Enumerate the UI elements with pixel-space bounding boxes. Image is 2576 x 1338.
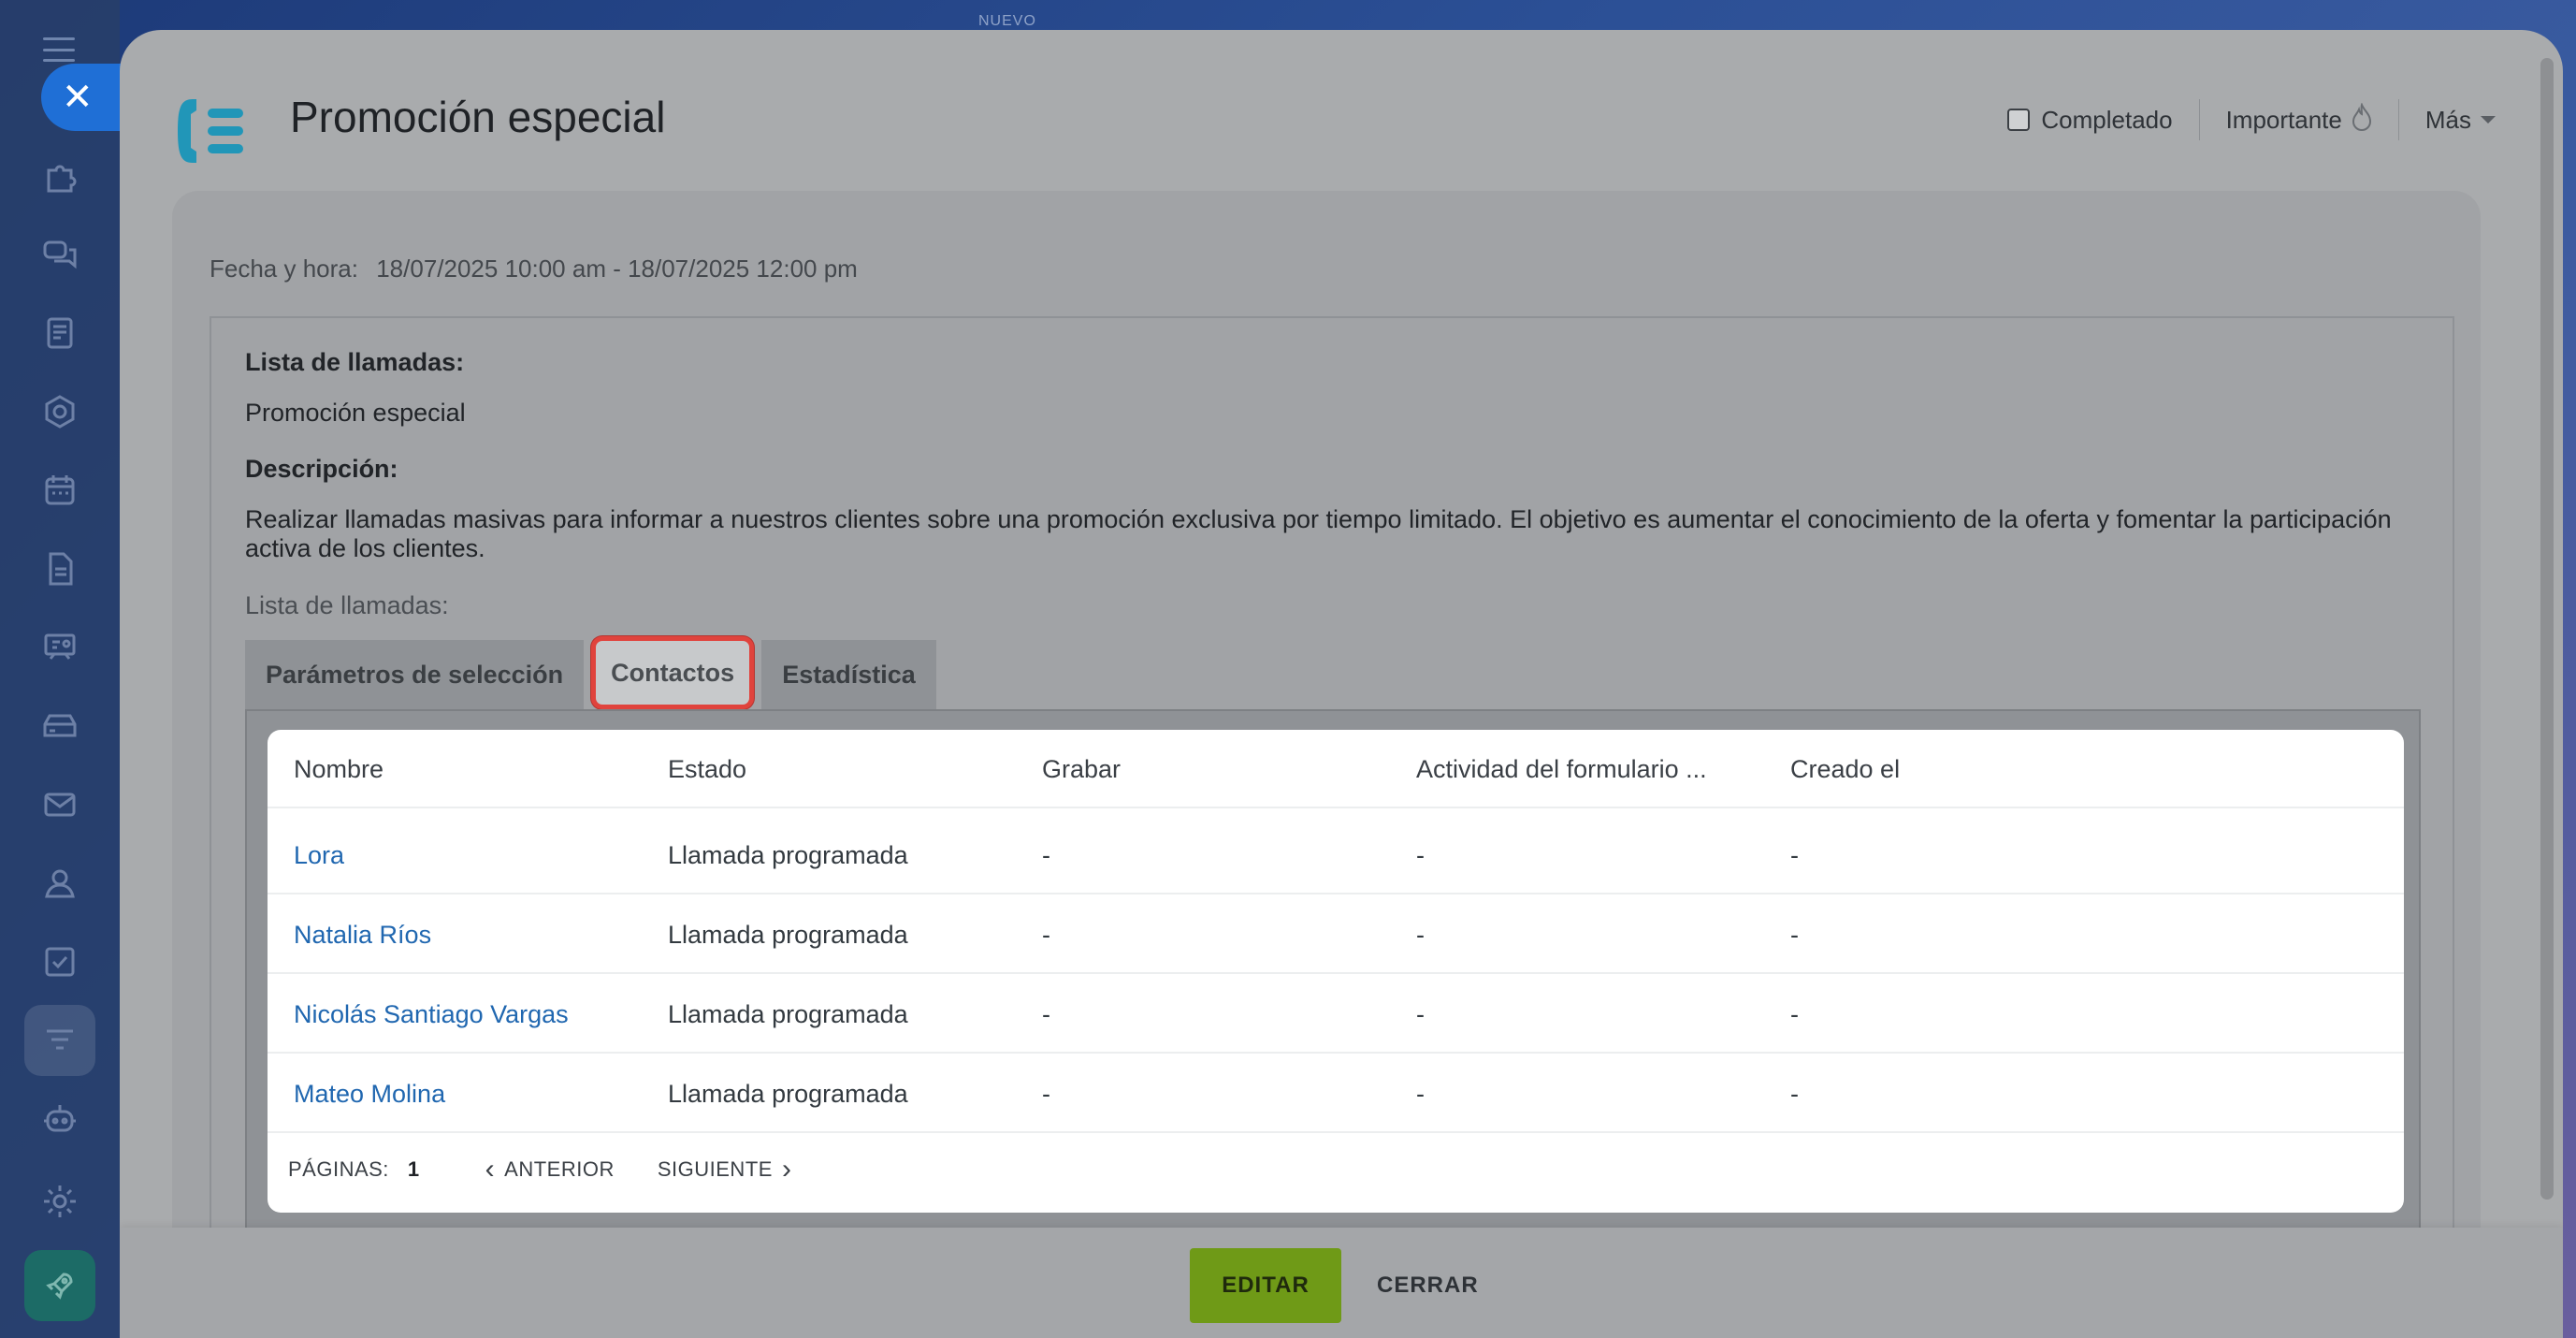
record-value: - xyxy=(1042,920,1050,949)
call-list-label: Lista de llamadas: xyxy=(245,348,465,376)
description-line: activa de los clientes. xyxy=(245,534,485,562)
table-row: Natalia Ríos Llamada programada - - - xyxy=(268,895,2404,974)
footer-bar: EDITAR CERRAR xyxy=(120,1228,2563,1338)
call-status: Llamada programada xyxy=(668,920,908,949)
robot-icon[interactable] xyxy=(24,1083,95,1155)
mail-icon[interactable] xyxy=(24,769,95,840)
next-label: SIGUIENTE xyxy=(657,1157,773,1181)
description-line: Realizar llamadas masivas para informar … xyxy=(245,505,2392,533)
edit-button[interactable]: EDITAR xyxy=(1190,1248,1341,1323)
more-label: Más xyxy=(2424,105,2471,134)
contact-name-link[interactable]: Lora xyxy=(294,816,344,894)
settings-icon[interactable] xyxy=(24,1166,95,1237)
call-status: Llamada programada xyxy=(668,1079,908,1108)
call-status: Llamada programada xyxy=(668,840,908,869)
chevron-right-icon: › xyxy=(781,1154,792,1185)
previous-page-button[interactable]: ‹ ANTERIOR xyxy=(476,1154,615,1185)
call-list-tabs: Parámetros de selección Contactos Estadí… xyxy=(245,636,944,709)
important-toggle[interactable]: Importante xyxy=(2225,103,2372,135)
close-button[interactable]: CERRAR xyxy=(1364,1248,1492,1323)
created-value: - xyxy=(1790,1079,1799,1108)
description-text: Realizar llamadas masivas para informar … xyxy=(245,505,2392,563)
table-row: Lora Llamada programada - - - xyxy=(268,816,2404,894)
feed-icon[interactable] xyxy=(24,298,95,369)
current-page-number[interactable]: 1 xyxy=(408,1157,420,1182)
rocket-icon[interactable] xyxy=(24,1250,95,1321)
hexagon-icon[interactable] xyxy=(24,376,95,447)
details-box: Lista de llamadas: Promoción especial De… xyxy=(210,316,2454,1338)
datetime-row: Fecha y hora: 18/07/2025 10:00 am - 18/0… xyxy=(210,255,858,284)
table-header-row: Nombre Estado Grabar Actividad del formu… xyxy=(268,730,2404,808)
puzzle-icon[interactable] xyxy=(24,140,95,211)
form-activity-value: - xyxy=(1416,1079,1425,1108)
panel-scrollbar[interactable] xyxy=(2540,58,2554,1200)
call-list-icon xyxy=(178,99,243,163)
tab-statistics[interactable]: Estadística xyxy=(761,640,936,709)
table-row: Nicolás Santiago Vargas Llamada programa… xyxy=(268,975,2404,1054)
datetime-value: 18/07/2025 10:00 am - 18/07/2025 12:00 p… xyxy=(376,255,858,283)
call-list-value: Promoción especial xyxy=(245,399,466,427)
header-divider xyxy=(2198,99,2200,140)
left-sidebar xyxy=(0,0,120,1338)
activity-content: Fecha y hora: 18/07/2025 10:00 am - 18/0… xyxy=(172,191,2481,1338)
completed-label: Completado xyxy=(2041,105,2173,134)
filter-icon[interactable] xyxy=(24,1005,95,1076)
created-value: - xyxy=(1790,920,1799,949)
more-menu-button[interactable]: Más xyxy=(2425,106,2496,135)
chevron-left-icon: ‹ xyxy=(485,1154,496,1185)
completed-toggle[interactable]: Completado xyxy=(2007,105,2173,135)
column-header-status[interactable]: Estado xyxy=(668,730,746,808)
important-label: Importante xyxy=(2225,105,2342,134)
record-value: - xyxy=(1042,1079,1050,1108)
activity-panel: Promoción especial Completado Importante… xyxy=(120,30,2563,1338)
background-new-label: NUEVO xyxy=(978,13,1036,29)
presentation-icon[interactable] xyxy=(24,612,95,683)
contact-name-link[interactable]: Nicolás Santiago Vargas xyxy=(294,975,569,1054)
contacts-table: Nombre Estado Grabar Actividad del formu… xyxy=(268,730,2404,1213)
column-header-name[interactable]: Nombre xyxy=(294,730,384,808)
completed-checkbox[interactable] xyxy=(2007,109,2031,131)
form-activity-value: - xyxy=(1416,920,1425,949)
tasks-icon[interactable] xyxy=(24,926,95,997)
form-activity-value: - xyxy=(1416,840,1425,869)
pagination: PÁGINAS: 1 ‹ ANTERIOR SIGUIENTE › xyxy=(288,1142,801,1198)
document-icon[interactable] xyxy=(24,533,95,604)
header-actions: Completado Importante Más xyxy=(2007,99,2496,140)
call-status: Llamada programada xyxy=(668,999,908,1028)
created-value: - xyxy=(1790,840,1799,869)
form-activity-value: - xyxy=(1416,999,1425,1028)
contacts-table-frame: Nombre Estado Grabar Actividad del formu… xyxy=(245,709,2421,1233)
record-value: - xyxy=(1042,840,1050,869)
drive-icon[interactable] xyxy=(24,691,95,762)
description-label: Descripción: xyxy=(245,455,398,483)
hamburger-menu-icon[interactable] xyxy=(43,37,75,62)
pages-label: PÁGINAS: xyxy=(288,1157,389,1181)
column-header-record[interactable]: Grabar xyxy=(1042,730,1121,808)
calendar-icon[interactable] xyxy=(24,455,95,526)
contacts-icon[interactable] xyxy=(24,848,95,919)
column-header-form-activity[interactable]: Actividad del formulario ... xyxy=(1416,730,1707,808)
chat-icon[interactable] xyxy=(24,219,95,290)
contact-name-link[interactable]: Mateo Molina xyxy=(294,1054,445,1133)
previous-label: ANTERIOR xyxy=(504,1157,615,1181)
call-list-sublabel: Lista de llamadas: xyxy=(245,591,449,619)
column-header-created[interactable]: Creado el xyxy=(1790,730,1900,808)
header-divider xyxy=(2397,99,2399,140)
record-value: - xyxy=(1042,999,1050,1028)
tab-contacts[interactable]: Contactos xyxy=(591,636,755,709)
chevron-down-icon xyxy=(2481,116,2496,124)
tab-selection-parameters[interactable]: Parámetros de selección xyxy=(245,640,585,709)
contact-name-link[interactable]: Natalia Ríos xyxy=(294,895,431,974)
flame-icon xyxy=(2352,103,2371,131)
datetime-label: Fecha y hora: xyxy=(210,255,358,283)
next-page-button[interactable]: SIGUIENTE › xyxy=(658,1154,802,1185)
created-value: - xyxy=(1790,999,1799,1028)
page-title: Promoción especial xyxy=(290,93,666,141)
table-row: Mateo Molina Llamada programada - - - xyxy=(268,1054,2404,1133)
close-icon: ✕ xyxy=(62,77,94,118)
